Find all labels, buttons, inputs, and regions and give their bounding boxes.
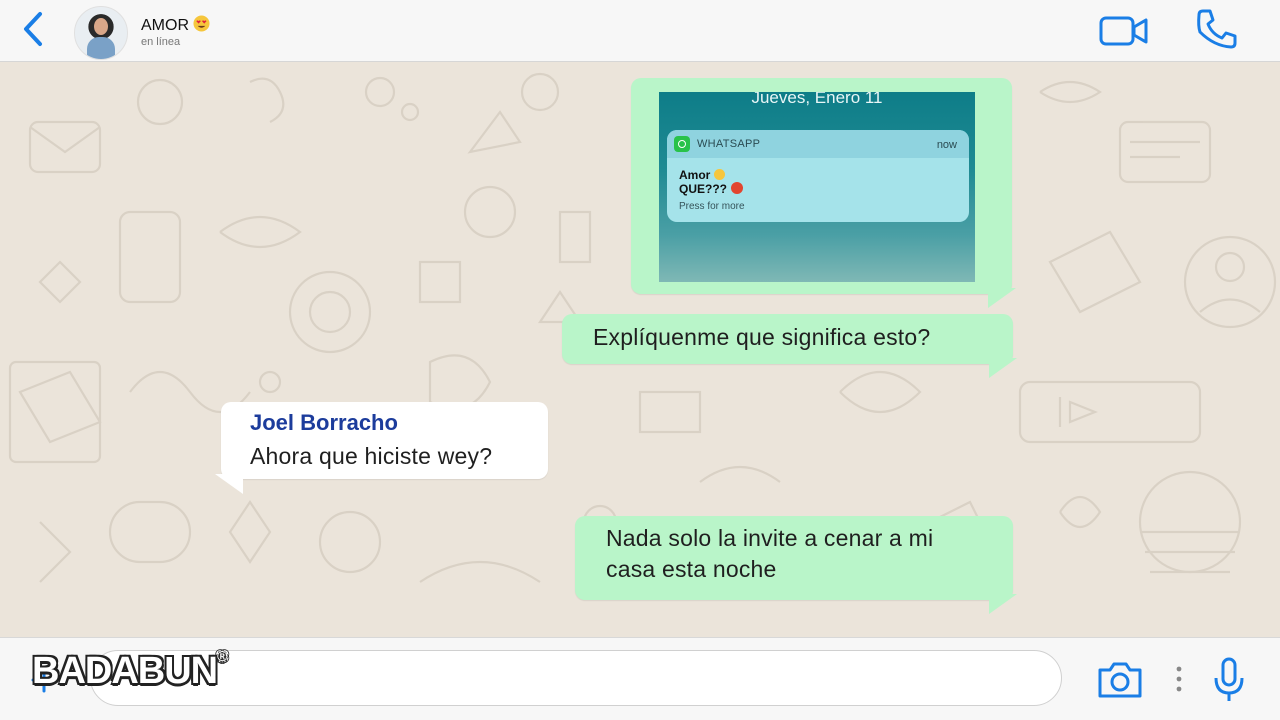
voice-call-button[interactable] <box>1194 6 1240 52</box>
message-text: Nada solo la invite a cenar a mi <box>606 525 934 551</box>
bubble-tail <box>989 358 1017 378</box>
notification-header: WHATSAPP now <box>667 130 969 158</box>
chevron-left-icon <box>24 12 42 46</box>
contact-name-text: AMOR <box>141 17 189 34</box>
contact-name[interactable]: AMOR <box>141 15 210 35</box>
microphone-icon <box>1214 657 1244 701</box>
message-text: casa esta noche <box>606 556 777 582</box>
chat-area[interactable]: Jueves, Enero 11 WHATSAPP now Amor QUE??… <box>0 62 1280 637</box>
avatar-face <box>94 18 108 35</box>
contact-status: en línea <box>141 36 181 48</box>
notification-title-text: Amor <box>679 168 711 182</box>
more-options-button[interactable] <box>1170 662 1188 696</box>
back-button[interactable] <box>18 10 52 48</box>
notification-body-text: QUE??? <box>679 182 727 196</box>
avatar-body <box>87 37 115 59</box>
message-text: Explíquenme que significa esto? <box>593 324 931 350</box>
camera-icon <box>1098 662 1142 698</box>
dots-vertical-icon <box>1176 666 1182 692</box>
registered-mark: ® <box>217 648 227 664</box>
video-camera-icon <box>1099 16 1148 46</box>
avatar[interactable] <box>74 6 128 60</box>
lockscreen-screenshot-image[interactable]: Jueves, Enero 11 WHATSAPP now Amor QUE??… <box>659 92 975 282</box>
notification-time: now <box>936 139 957 151</box>
watermark-text: BADABUN <box>32 650 218 692</box>
message-input-bar: BADABUN® <box>0 637 1280 720</box>
camera-button[interactable] <box>1096 660 1144 700</box>
bubble-tail <box>989 594 1017 614</box>
badabun-watermark-logo: BADABUN® <box>32 648 227 693</box>
bubble-tail <box>988 288 1016 308</box>
angry-face-emoji-icon <box>731 182 743 194</box>
notification-card: WHATSAPP now Amor QUE??? Press for more <box>667 130 969 222</box>
whatsapp-logo-icon <box>674 136 690 152</box>
notification-app-name: WHATSAPP <box>697 138 761 150</box>
notification-title: Amor <box>679 168 725 182</box>
lockscreen-date: Jueves, Enero 11 <box>751 92 883 107</box>
phone-icon <box>1197 9 1237 49</box>
message-input[interactable] <box>90 650 1062 706</box>
message-text: Ahora que hiciste wey? <box>250 443 493 469</box>
bubble-tail <box>215 474 243 494</box>
heart-eyes-emoji-icon <box>193 15 210 32</box>
microphone-button[interactable] <box>1210 656 1248 704</box>
video-call-button[interactable] <box>1098 12 1150 50</box>
notification-hint: Press for more <box>679 201 745 212</box>
message-sender-name: Joel Borracho <box>250 410 398 435</box>
heart-eyes-emoji-icon <box>713 169 725 180</box>
notification-body: QUE??? <box>679 182 743 196</box>
chat-header: AMOR en línea <box>0 0 1280 62</box>
